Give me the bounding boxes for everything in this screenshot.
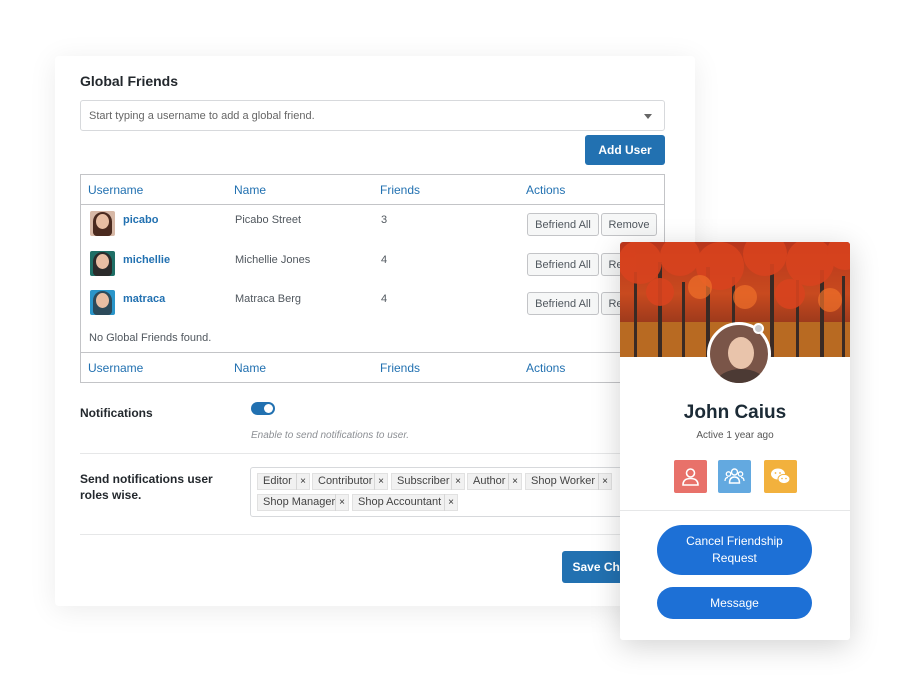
- status-dot: [753, 323, 764, 334]
- friends-count: 4: [381, 293, 388, 305]
- role-tag: Shop Worker ×: [525, 473, 612, 490]
- column-header-actions: Actions: [526, 183, 566, 197]
- message-button[interactable]: Message: [657, 587, 812, 619]
- table-row: matraca Matraca Berg 4 Befriend All Remo…: [81, 285, 664, 325]
- column-header-username[interactable]: Username: [88, 183, 143, 197]
- befriend-all-button[interactable]: Befriend All: [527, 292, 599, 315]
- chat-bubbles-icon: [771, 468, 791, 485]
- avatar: [90, 211, 115, 236]
- column-footer-actions: Actions: [526, 361, 566, 375]
- friend-search-select[interactable]: Start typing a username to add a global …: [80, 100, 665, 131]
- notifications-hint: Enable to send notifications to user.: [251, 430, 410, 441]
- search-placeholder: Start typing a username to add a global …: [89, 110, 315, 122]
- settings-panel: Global Friends Start typing a username t…: [55, 56, 695, 606]
- remove-tag-icon[interactable]: ×: [335, 494, 348, 511]
- avatar: [90, 290, 115, 315]
- friends-table: Username Name Friends Actions picabo Pic…: [80, 174, 665, 383]
- table-header: Username Name Friends Actions: [81, 175, 664, 205]
- profile-name[interactable]: John Caius: [620, 402, 850, 424]
- profile-card: John Caius Active 1 year ago Cancel Frie…: [620, 242, 850, 640]
- role-tag: Author ×: [467, 473, 522, 490]
- befriend-all-button[interactable]: Befriend All: [527, 213, 599, 236]
- remove-tag-icon[interactable]: ×: [508, 473, 521, 490]
- remove-tag-icon[interactable]: ×: [451, 473, 464, 490]
- empty-message: No Global Friends found.: [89, 332, 212, 344]
- group-icon[interactable]: [718, 460, 751, 493]
- wechat-icon[interactable]: [764, 460, 797, 493]
- notifications-label: Notifications: [80, 406, 153, 420]
- column-footer-friends[interactable]: Friends: [380, 361, 420, 375]
- column-header-name[interactable]: Name: [234, 183, 266, 197]
- remove-tag-icon[interactable]: ×: [374, 473, 387, 490]
- table-row: michellie Michellie Jones 4 Befriend All…: [81, 246, 664, 286]
- card-divider: [620, 510, 850, 511]
- role-tag: Shop Manager ×: [257, 494, 349, 511]
- username-link[interactable]: matraca: [123, 293, 165, 305]
- user-icon: [682, 468, 699, 486]
- page: Global Friends Start typing a username t…: [0, 0, 900, 700]
- roles-label: Send notifications user roles wise.: [80, 472, 213, 502]
- remove-tag-icon[interactable]: ×: [598, 473, 611, 490]
- role-tag: Editor ×: [257, 473, 310, 490]
- role-tag: Subscriber ×: [391, 473, 465, 490]
- avatar: [90, 251, 115, 276]
- roles-tag-input[interactable]: Editor × Contributor × Subscriber × Author ×…: [250, 467, 665, 517]
- user-full-name: Picabo Street: [235, 214, 302, 226]
- remove-tag-icon[interactable]: ×: [444, 494, 457, 511]
- table-row: picabo Picabo Street 3 Befriend All Remo…: [81, 206, 664, 246]
- column-footer-name[interactable]: Name: [234, 361, 266, 375]
- users-icon: [724, 468, 745, 484]
- friends-count: 4: [381, 254, 388, 266]
- role-tag: Shop Accountant ×: [352, 494, 458, 511]
- notifications-toggle[interactable]: [251, 402, 275, 415]
- section-title: Global Friends: [80, 73, 179, 89]
- table-footer: Username Name Friends Actions: [81, 352, 664, 382]
- toggle-knob: [264, 404, 273, 413]
- user-full-name: Michellie Jones: [235, 254, 311, 266]
- befriend-all-button[interactable]: Befriend All: [527, 253, 599, 276]
- add-user-button[interactable]: Add User: [585, 135, 665, 165]
- cancel-friendship-button[interactable]: Cancel Friendship Request: [657, 525, 812, 575]
- column-footer-username[interactable]: Username: [88, 361, 143, 375]
- username-link[interactable]: picabo: [123, 214, 158, 226]
- last-active: Active 1 year ago: [696, 430, 774, 441]
- friends-count: 3: [381, 214, 388, 226]
- divider: [80, 534, 665, 535]
- remove-button[interactable]: Remove: [601, 213, 657, 236]
- remove-tag-icon[interactable]: ×: [296, 473, 309, 490]
- user-full-name: Matraca Berg: [235, 293, 302, 305]
- column-header-friends[interactable]: Friends: [380, 183, 420, 197]
- divider: [80, 453, 665, 454]
- username-link[interactable]: michellie: [123, 254, 170, 266]
- profile-icon[interactable]: [674, 460, 707, 493]
- chevron-down-icon[interactable]: [644, 114, 652, 119]
- role-tag: Contributor ×: [312, 473, 388, 490]
